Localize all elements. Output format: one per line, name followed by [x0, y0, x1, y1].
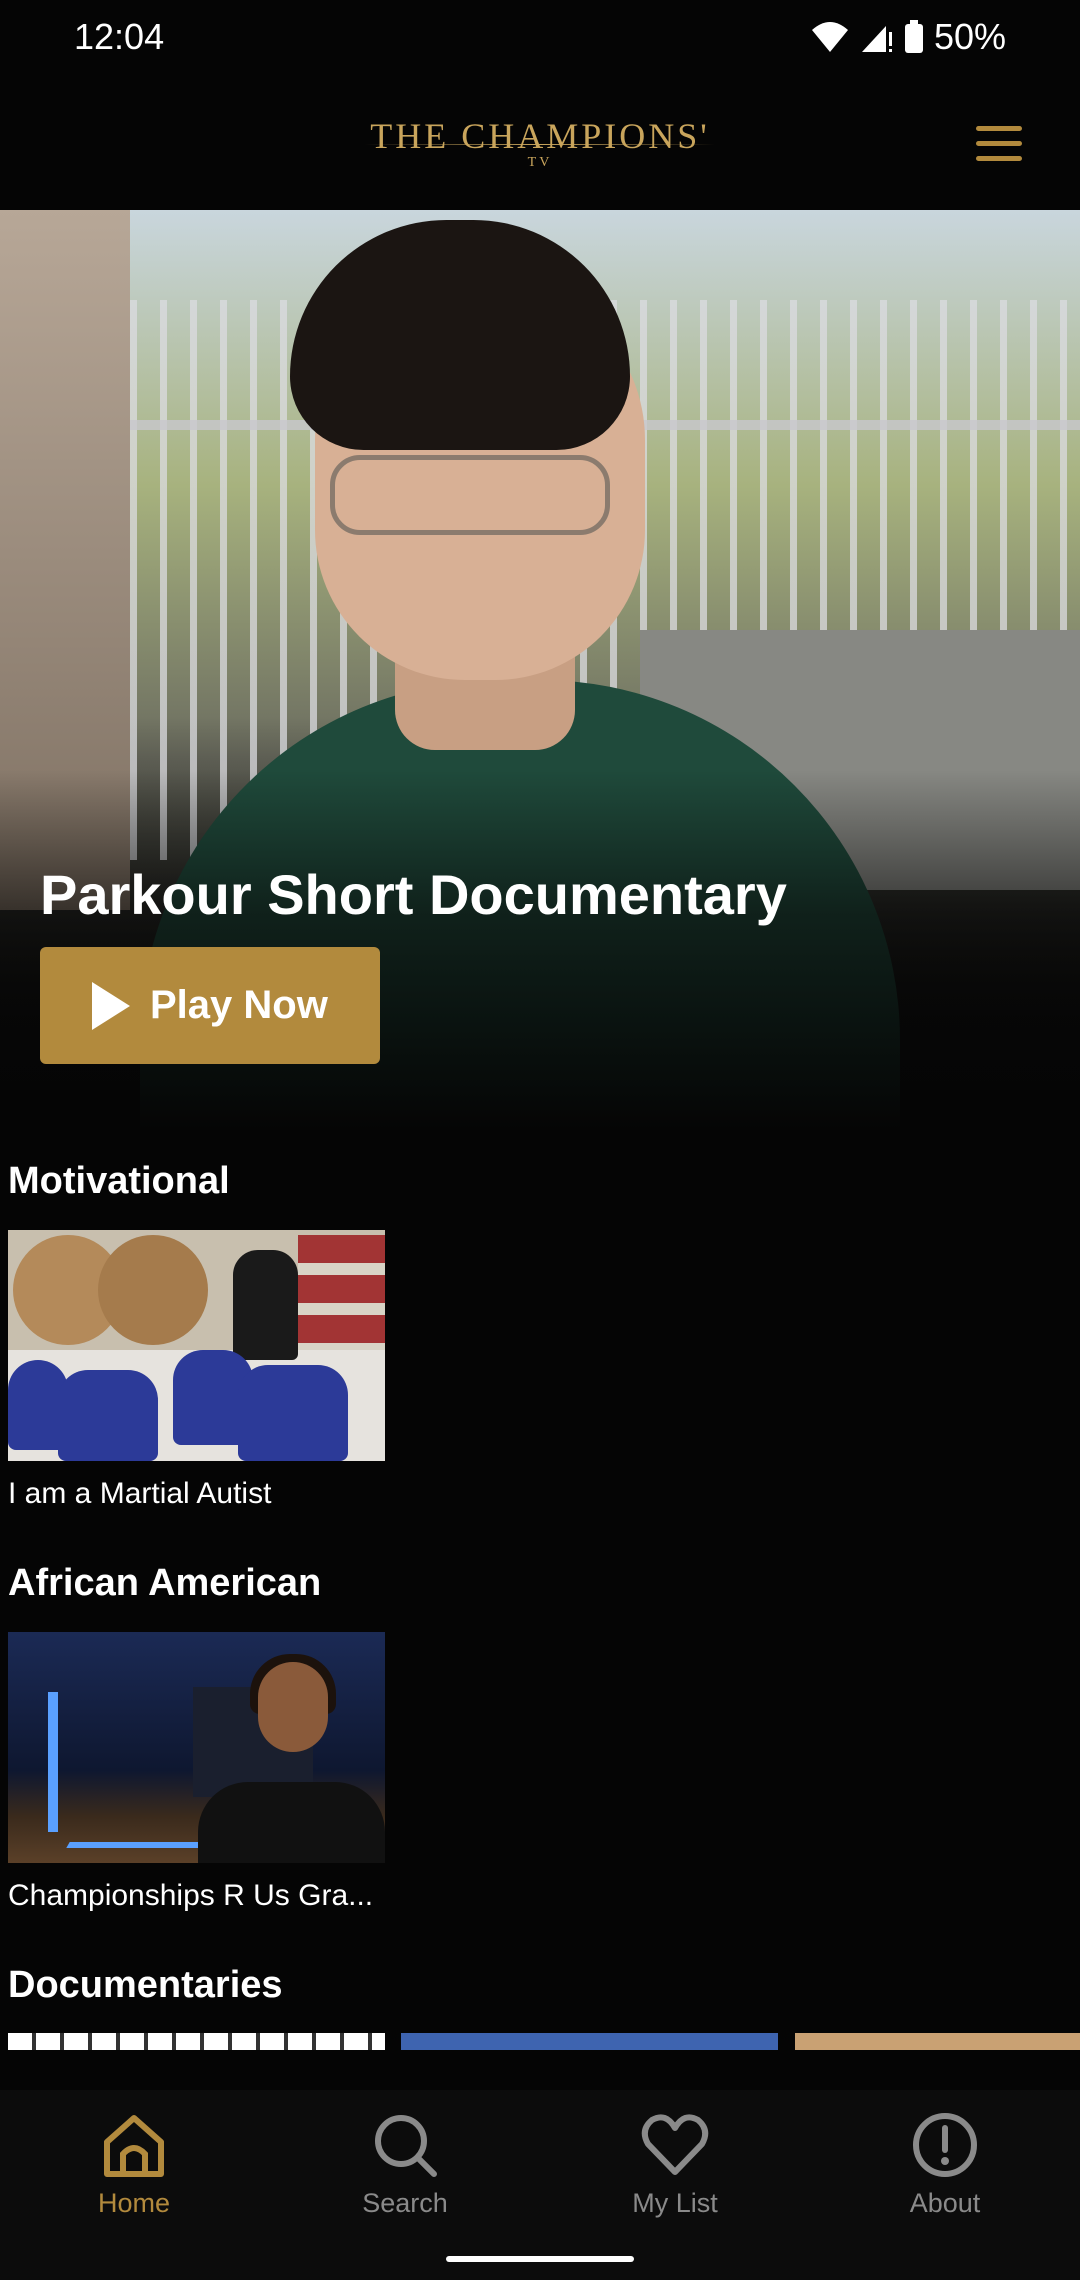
hero-glasses: [330, 455, 610, 535]
nav-home[interactable]: Home: [34, 2110, 234, 2220]
nav-about[interactable]: About: [845, 2110, 1045, 2220]
nav-about-label: About: [909, 2188, 981, 2218]
status-bar: 12:04 50%: [0, 0, 1080, 76]
card-art: [98, 1235, 208, 1345]
card-art: [198, 1782, 385, 1863]
battery-percent: 50%: [933, 16, 1006, 57]
battery-icon: [904, 20, 923, 53]
card-art: [233, 1250, 298, 1360]
card-caption: I am a Martial Autist: [8, 1477, 272, 1510]
section-title-african-american: African American: [8, 1562, 322, 1604]
video-card-documentary-3[interactable]: [795, 2033, 1080, 2050]
play-icon: [92, 981, 130, 1030]
hamburger-icon-line: [976, 156, 1022, 161]
signal-icon: [861, 26, 892, 52]
heart-icon: [641, 2114, 709, 2175]
nav-my-list[interactable]: My List: [575, 2110, 775, 2220]
hamburger-icon-line: [976, 126, 1022, 131]
card-art: [298, 1235, 385, 1355]
card-art: [58, 1370, 158, 1461]
status-time: 12:04: [74, 16, 165, 57]
info-icon: [913, 2113, 977, 2177]
video-card-martial-autist[interactable]: [8, 1230, 385, 1461]
video-card-documentary-1[interactable]: [8, 2033, 385, 2050]
nav-home-label: Home: [97, 2188, 171, 2218]
section-title-documentaries: Documentaries: [8, 1964, 283, 2006]
card-art: [238, 1365, 348, 1461]
play-now-button[interactable]: Play Now: [40, 947, 380, 1064]
home-indicator[interactable]: [446, 2256, 634, 2262]
menu-button[interactable]: [972, 122, 1028, 166]
status-icons: 50%: [810, 16, 1006, 58]
video-card-championships[interactable]: [8, 1632, 385, 1863]
nav-search-label: Search: [362, 2188, 448, 2218]
nav-search[interactable]: Search: [305, 2110, 505, 2220]
logo-title: THE CHAMPIONS': [370, 116, 710, 156]
card-art: [258, 1662, 328, 1752]
wifi-icon: [811, 22, 848, 52]
video-card-documentary-2[interactable]: [401, 2033, 778, 2050]
logo-subtitle: TV: [527, 155, 553, 170]
play-now-label: Play Now: [150, 983, 328, 1027]
card-art: [48, 1692, 58, 1832]
hamburger-icon-line: [976, 141, 1022, 146]
logo-underline: [365, 144, 715, 145]
search-icon: [375, 2115, 437, 2177]
nav-my-list-label: My List: [632, 2188, 718, 2218]
hero-title: Parkour Short Documentary: [40, 863, 787, 926]
home-icon: [104, 2115, 164, 2177]
section-title-motivational: Motivational: [8, 1160, 230, 1202]
card-caption: Championships R Us Gra...: [8, 1879, 374, 1912]
